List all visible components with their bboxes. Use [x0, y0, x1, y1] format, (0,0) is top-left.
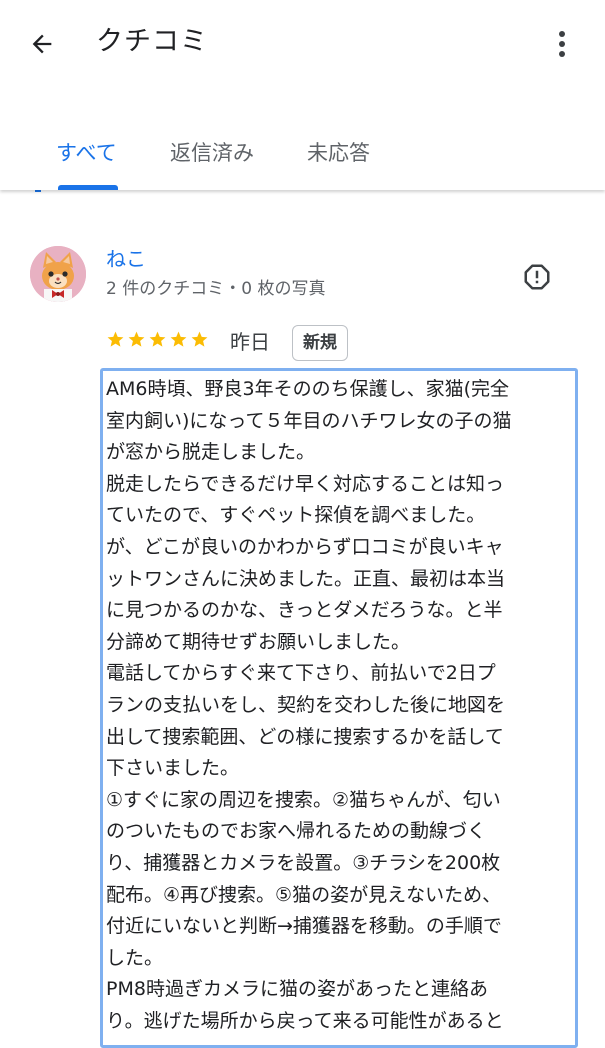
review-text-line: AM6時頃、野良3年そののち保護し、家猫(完全 — [106, 378, 509, 400]
star-icon — [149, 331, 166, 347]
report-flag-icon — [524, 264, 550, 290]
avatar[interactable] — [30, 246, 86, 302]
review-text-line: 付近にいないと判断→捕獲器を移動。の手順で — [106, 915, 502, 938]
cat-avatar-icon — [30, 246, 86, 302]
review-author-name[interactable]: ねこ — [106, 245, 146, 273]
star-icon — [170, 331, 187, 347]
review-text-line: PM8時過ぎカメラに猫の姿があったと連絡あ — [106, 978, 488, 1001]
app-bar: クチコミ すべて 返信済み 未応答 — [0, 0, 605, 190]
page-title: クチコミ — [96, 26, 208, 57]
tab-unanswered[interactable]: 未応答 — [307, 138, 370, 168]
tab-all[interactable]: すべて — [56, 138, 117, 168]
review-text-line: が窓から脱走しました。 — [106, 441, 316, 464]
review-author-meta: 2 件のクチコミ・0 枚の写真 — [106, 279, 326, 299]
review-text-line: ①すぐに家の周辺を捜索。②猫ちゃんが、匂い — [106, 788, 501, 811]
review-text-line: した。 — [106, 946, 164, 969]
review-text-line: 下さいました。 — [106, 757, 240, 780]
review-date: 昨日 — [230, 330, 270, 354]
review-text-line: 脱走したらできるだけ早く対応することは知っ — [106, 472, 505, 495]
review-text-line: ランの支払いをし、契約を交わした後に地図を — [106, 693, 506, 716]
review-text-line: ットワンさんに決めました。正直、最初は本当 — [106, 567, 506, 590]
report-review-button[interactable] — [520, 260, 554, 294]
arrow-back-icon — [32, 34, 52, 54]
more-vert-icon — [559, 31, 565, 57]
review-text-line: に見つかるのかな、きっとダメだろうな。と半 — [106, 599, 503, 622]
back-button[interactable] — [22, 24, 62, 64]
star-rating — [106, 330, 209, 349]
star-icon — [191, 331, 208, 347]
review-text-line: のついたものでお家へ帰れるための動線づく — [106, 820, 487, 843]
tab-bar: すべて 返信済み 未応答 — [0, 130, 605, 190]
review-text-line: 出して捜索範囲、どの様に捜索するかを話して — [106, 725, 504, 748]
tab-indicator — [58, 185, 118, 190]
review-text[interactable]: AM6時頃、野良3年そののち保護し、家猫(完全 室内飼い)になって５年目のハチワレ… — [100, 368, 578, 1048]
more-options-button[interactable] — [546, 24, 578, 64]
review-text-line: ていたので、すぐペット探偵を調べました。 — [106, 504, 486, 527]
review-text-line: 分諦めて期待せずお願いしました。 — [106, 630, 411, 653]
star-icon — [107, 331, 124, 347]
star-icon — [128, 331, 145, 347]
review-text-line: が、どこが良いのかわからず口コミが良いキャ — [106, 535, 504, 558]
review-text-line: り。逃げた場所から戻って来る可能性があると — [106, 1009, 504, 1032]
tab-replied[interactable]: 返信済み — [170, 138, 254, 168]
review-text-line: り、捕獲器とカメラを設置。③チラシを200枚 — [106, 851, 501, 874]
review-text-line: 室内飼い)になって５年目のハチワレ女の子の猫 — [106, 409, 512, 432]
review-text-line: 配布。④再び捜索。⑤猫の姿が見えないため、 — [106, 883, 502, 906]
scrolled-content-peek — [30, 188, 120, 202]
review-text-line: 電話してからすぐ来て下さり、前払いで2日プ — [106, 662, 496, 685]
new-badge: 新規 — [292, 325, 348, 361]
